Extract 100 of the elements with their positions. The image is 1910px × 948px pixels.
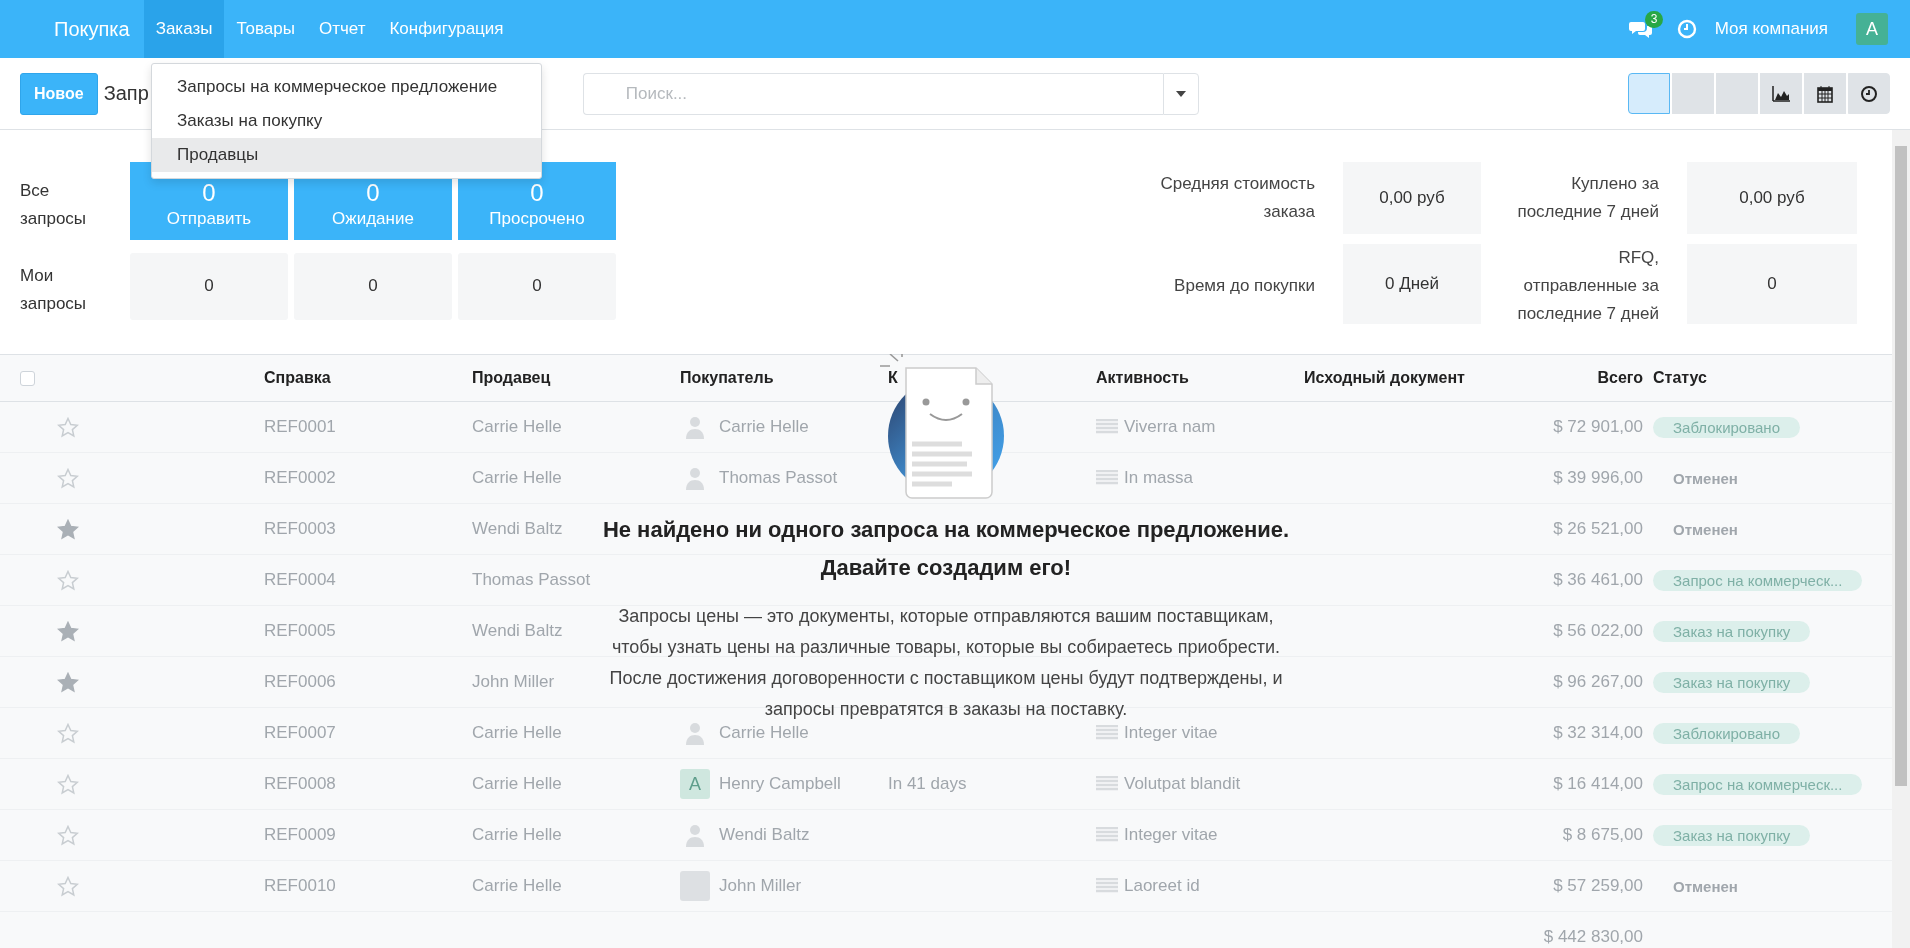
tile-label: Ожидание <box>332 208 414 230</box>
stat-value: 0,00 руб <box>1687 162 1857 234</box>
table-cell: Viverra nam <box>1124 417 1216 437</box>
letter-avatar: A <box>680 769 710 799</box>
table-cell: $ 39 996,00 <box>1553 468 1643 488</box>
table-cell: Wendi Baltz <box>472 621 563 641</box>
sum-total: $ 442 830,00 <box>1543 927 1643 947</box>
search-field[interactable]: Поиск... <box>582 72 1163 115</box>
status-badge: Заблокировано <box>1653 416 1800 438</box>
table-cell: Carrie Helle <box>719 723 809 743</box>
status-badge: Заблокировано <box>1653 722 1800 744</box>
star-icon[interactable] <box>57 467 79 489</box>
list-icon <box>1096 470 1118 486</box>
count-tile[interactable]: 0 <box>294 252 452 320</box>
table-cell: REF0007 <box>264 723 336 743</box>
list-icon <box>1096 725 1118 741</box>
star-icon[interactable] <box>57 722 79 744</box>
photo-placeholder <box>680 871 710 901</box>
table-cell: $ 56 022,00 <box>1553 621 1643 641</box>
column-header[interactable]: Всего <box>1504 369 1643 387</box>
dropdown-item[interactable]: Заказы на покупку <box>152 104 541 138</box>
table-cell: Wendi Baltz <box>472 519 563 539</box>
table-cell: Carrie Helle <box>472 417 562 437</box>
table-cell: Carrie Helle <box>472 774 562 794</box>
status-text: Отменен <box>1672 877 1738 895</box>
caret-icon <box>1174 89 1187 98</box>
table-cell: REF0009 <box>264 825 336 845</box>
column-header[interactable]: Активность <box>1096 369 1304 387</box>
table-cell: $ 26 521,00 <box>1553 519 1643 539</box>
table-cell: Carrie Helle <box>472 825 562 845</box>
table-cell: Integer vitae <box>1124 723 1218 743</box>
table-cell: Volutpat blandit <box>1124 774 1241 794</box>
star-icon[interactable] <box>57 569 79 591</box>
graph-view-button[interactable] <box>1760 73 1802 114</box>
list-icon <box>1096 776 1118 792</box>
table-cell: REF0002 <box>264 468 336 488</box>
table-cell: $ 16 414,00 <box>1553 774 1643 794</box>
dropdown-item[interactable]: Запросы на коммерческое предложение <box>152 70 541 104</box>
table-cell: $ 8 675,00 <box>1562 825 1643 845</box>
table-cell: $ 36 461,00 <box>1553 570 1643 590</box>
status-badge: Запрос на коммерческ... <box>1653 569 1863 591</box>
search-options-button[interactable] <box>1162 72 1199 115</box>
table-cell: $ 57 259,00 <box>1553 876 1643 896</box>
calendar-view-button[interactable] <box>1804 73 1846 114</box>
table-cell: In massa <box>1124 468 1193 488</box>
status-text: Отменен <box>1672 469 1738 487</box>
list-icon <box>1096 827 1118 843</box>
column-header[interactable]: К <box>888 369 1096 387</box>
dropdown-item[interactable]: Продавцы <box>152 138 541 172</box>
status-badge: Заказ на покупку <box>1653 671 1811 693</box>
table-cell: REF0010 <box>264 876 336 896</box>
column-header[interactable]: Продавец <box>472 369 680 387</box>
table-cell: REF0008 <box>264 774 336 794</box>
select-all-checkbox[interactable] <box>20 370 35 386</box>
tile-count: 0 <box>366 180 380 206</box>
filled-star-icon[interactable] <box>57 671 79 693</box>
table-cell: REF0006 <box>264 672 336 692</box>
table-cell: Laoreet id <box>1124 876 1200 896</box>
stat-label: Куплено за последние 7 дней <box>1516 173 1659 223</box>
tile-count: 0 <box>530 180 544 206</box>
table-cell: Carrie Helle <box>719 417 809 437</box>
table-cell: $ 72 901,00 <box>1553 417 1643 437</box>
table-cell: Thomas Passot <box>472 570 591 590</box>
table-cell: $ 32 314,00 <box>1553 723 1643 743</box>
clock-icon <box>1860 84 1878 103</box>
star-icon[interactable] <box>57 416 79 438</box>
stat-label: Время до покупки <box>1174 275 1315 297</box>
column-header[interactable]: Статус <box>1653 369 1892 387</box>
column-header[interactable]: Покупатель <box>680 369 888 387</box>
table-cell: Thomas Passot <box>719 468 838 488</box>
activity-view-button[interactable] <box>1848 73 1890 114</box>
count-tile[interactable]: 0 <box>130 252 288 320</box>
chat-icon[interactable] <box>1628 19 1653 39</box>
empty-state-title: Не найдено ни одного запроса на коммерческое предложение. Давайте создадим его! <box>602 516 1290 582</box>
table-cell: Integer vitae <box>1124 825 1218 845</box>
table-cell: John Miller <box>472 672 555 692</box>
tile-label: Отправить <box>166 208 252 230</box>
column-header[interactable]: Справка <box>264 369 472 387</box>
count-tile[interactable]: 0 <box>458 252 616 320</box>
table-cell: Carrie Helle <box>472 876 562 896</box>
star-icon[interactable] <box>57 773 79 795</box>
table-cell: Carrie Helle <box>472 723 562 743</box>
area-chart-icon <box>1772 84 1790 103</box>
filled-star-icon[interactable] <box>57 620 79 642</box>
empty-state-description: Запросы цены — это документы, которые отправляются вашим поставщикам, чтобы узнать цены на различные товары, которые вы собираетесь приобрести. После достижения договоренности с поставщиком цены будут подтверждены, и запросы превратятся в заказы на поставку. <box>609 605 1283 721</box>
table-cell: Wendi Baltz <box>719 825 810 845</box>
status-badge: Заказ на покупку <box>1653 620 1811 642</box>
star-icon[interactable] <box>57 824 79 846</box>
list-icon <box>1096 419 1118 435</box>
column-header[interactable]: Исходный документ <box>1304 369 1504 387</box>
stat-value: 0 Дней <box>1343 244 1481 324</box>
scrollbar-thumb[interactable] <box>1895 146 1907 786</box>
row-label: Мои запросы <box>20 265 88 316</box>
view-button[interactable] <box>1628 73 1670 114</box>
clock-icon[interactable] <box>1676 19 1697 39</box>
filled-star-icon[interactable] <box>57 518 79 540</box>
table-cell: In 41 days <box>888 774 967 794</box>
stat-value: 0,00 руб <box>1343 162 1481 234</box>
table-cell: $ 96 267,00 <box>1553 672 1643 692</box>
star-icon[interactable] <box>57 875 79 897</box>
